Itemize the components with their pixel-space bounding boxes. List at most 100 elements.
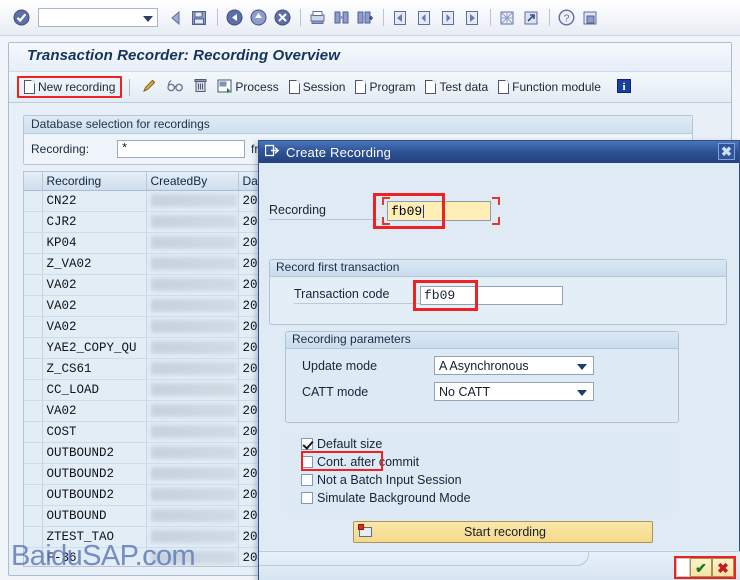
command-field[interactable] [38, 8, 158, 27]
start-recording-icon [356, 523, 376, 541]
last-page-icon[interactable] [461, 7, 483, 29]
column-header-createdby[interactable]: CreatedBy [146, 172, 239, 191]
update-mode-label: Update mode [302, 358, 378, 373]
ok-button[interactable]: ✔ [690, 558, 712, 577]
session-label: Session [302, 80, 346, 94]
cell-recording: OUTBOUND2 [42, 442, 147, 464]
display-recording-button[interactable] [162, 76, 189, 98]
checkbox-label: Default size [317, 437, 383, 451]
row-select-cell[interactable] [24, 400, 43, 422]
recording-name-highlight [373, 193, 445, 229]
cell-createdby [146, 211, 239, 233]
column-header-select[interactable] [24, 172, 43, 191]
application-toolbar: New recording Process Session Program Te… [9, 71, 731, 103]
row-select-cell[interactable] [24, 316, 43, 338]
program-button[interactable]: Program [350, 76, 420, 98]
find-icon[interactable] [330, 7, 352, 29]
cell-createdby [146, 316, 239, 338]
footer-divider [259, 552, 589, 566]
new-recording-button[interactable]: New recording [17, 76, 123, 98]
info-button[interactable]: i [612, 76, 636, 98]
chevron-down-icon[interactable] [577, 389, 587, 396]
checkbox-simulate-background-mode[interactable] [301, 492, 313, 504]
function-module-label: Function module [512, 80, 601, 94]
customize-layout-icon[interactable] [579, 7, 601, 29]
print-icon[interactable] [306, 7, 328, 29]
document-icon [24, 80, 35, 94]
dialog-window-icon [264, 144, 280, 160]
exit-icon[interactable] [247, 7, 269, 29]
catt-mode-dropdown[interactable]: No CATT [434, 382, 594, 401]
cancel-button[interactable]: ✖ [712, 558, 734, 577]
cancel-icon[interactable] [271, 7, 293, 29]
recording-parameters-group: Recording parameters Update mode A Async… [285, 331, 679, 423]
row-select-cell[interactable] [24, 505, 43, 527]
redacted-value [150, 446, 237, 459]
row-select-cell[interactable] [24, 337, 43, 359]
cell-recording: OUTBOUND2 [42, 484, 147, 506]
cell-recording: Z_VA02 [42, 253, 147, 275]
checkbox-not-a-batch-input-session[interactable] [301, 474, 313, 486]
help-icon[interactable]: ? [555, 7, 577, 29]
toolbar-divider [217, 9, 218, 26]
back-arrow-icon[interactable] [223, 7, 245, 29]
find-next-icon[interactable] [354, 7, 376, 29]
chevron-down-icon[interactable] [577, 363, 587, 370]
close-icon[interactable]: ✖ [718, 143, 735, 160]
session-button[interactable]: Session [284, 76, 351, 98]
redacted-value [150, 362, 237, 375]
new-recording-label: New recording [38, 80, 116, 94]
row-select-cell[interactable] [24, 274, 43, 296]
chevron-down-icon[interactable] [143, 15, 153, 22]
transaction-code-highlight [413, 280, 478, 311]
first-page-icon[interactable] [389, 7, 411, 29]
row-select-cell[interactable] [24, 484, 43, 506]
process-button[interactable]: Process [212, 76, 283, 98]
row-select-cell[interactable] [24, 211, 43, 233]
cell-createdby [146, 337, 239, 359]
row-select-cell[interactable] [24, 358, 43, 380]
previous-page-icon[interactable] [413, 7, 435, 29]
recording-filter-input[interactable]: * [117, 140, 245, 158]
row-select-cell[interactable] [24, 526, 43, 548]
cell-recording: F-36 [42, 547, 147, 566]
function-module-button[interactable]: Function module [493, 76, 606, 98]
catt-mode-value: No CATT [439, 384, 491, 399]
row-select-cell[interactable] [24, 421, 43, 443]
create-session-icon[interactable] [496, 7, 518, 29]
cell-createdby [146, 358, 239, 380]
document-icon [498, 80, 510, 94]
cell-createdby [146, 463, 239, 485]
back-icon[interactable] [164, 7, 186, 29]
row-select-cell[interactable] [24, 253, 43, 275]
column-header-recording[interactable]: Recording [42, 172, 147, 191]
recording-parameters-header: Recording parameters [286, 332, 678, 349]
row-select-cell[interactable] [24, 547, 43, 566]
row-select-cell[interactable] [24, 295, 43, 317]
next-page-icon[interactable] [437, 7, 459, 29]
redacted-value [150, 404, 237, 417]
create-recording-dialog: Create Recording ✖ Recording fb09 Record… [258, 140, 740, 580]
create-shortcut-icon[interactable] [520, 7, 542, 29]
checkbox-row[interactable]: Simulate Background Mode [285, 491, 679, 505]
change-recording-button[interactable] [137, 76, 162, 98]
start-recording-button[interactable]: Start recording [353, 521, 653, 543]
checkbox-row[interactable]: Default size [285, 437, 679, 451]
checkbox-default-size[interactable] [301, 438, 313, 450]
redacted-value [150, 215, 237, 228]
redacted-value [150, 383, 237, 396]
test-data-button[interactable]: Test data [420, 76, 493, 98]
redacted-value [150, 194, 237, 207]
row-select-cell[interactable] [24, 463, 43, 485]
dialog-action-buttons: ✔ ✖ [674, 556, 736, 579]
row-select-cell[interactable] [24, 379, 43, 401]
svg-text:i: i [622, 81, 625, 93]
save-icon[interactable] [188, 7, 210, 29]
checkbox-row[interactable]: Not a Batch Input Session [285, 473, 679, 487]
update-mode-dropdown[interactable]: A Asynchronous [434, 356, 594, 375]
delete-recording-button[interactable] [189, 76, 212, 98]
row-select-cell[interactable] [24, 190, 43, 212]
row-select-cell[interactable] [24, 442, 43, 464]
enter-check-icon[interactable] [10, 7, 32, 29]
row-select-cell[interactable] [24, 232, 43, 254]
